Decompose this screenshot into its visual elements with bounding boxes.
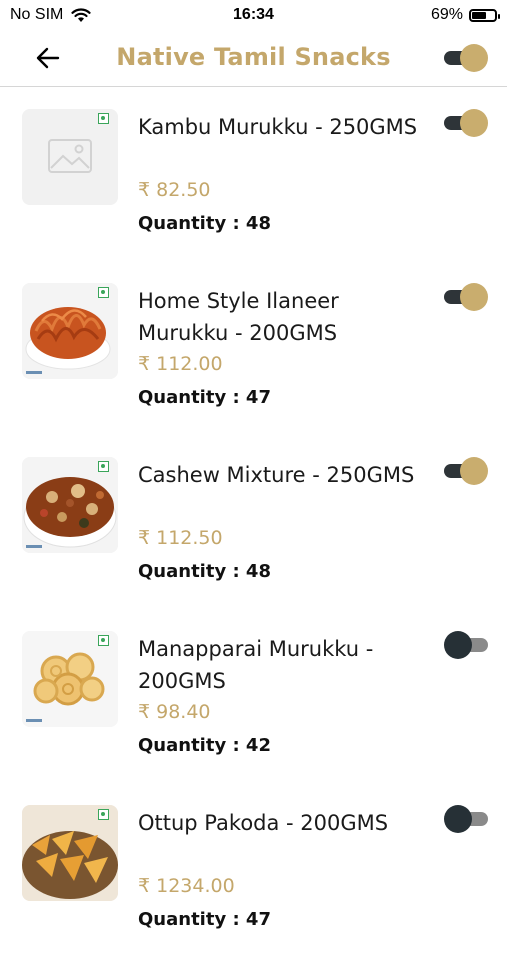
product-toggle[interactable] bbox=[444, 805, 488, 833]
product-name: Ottup Pakoda - 200GMS bbox=[138, 811, 389, 835]
veg-indicator-icon bbox=[98, 287, 109, 298]
product-image bbox=[22, 283, 118, 379]
product-toggle[interactable] bbox=[444, 457, 488, 485]
toggle-knob bbox=[444, 805, 472, 833]
toggle-knob bbox=[460, 457, 488, 485]
product-name: Cashew Mixture - 250GMS bbox=[138, 463, 415, 487]
product-toggle[interactable] bbox=[444, 631, 488, 659]
page-title: Native Tamil Snacks bbox=[116, 43, 391, 71]
status-right: 69% bbox=[430, 6, 500, 24]
product-price: ₹ 112.50 bbox=[138, 527, 223, 549]
product-price: ₹ 1234.00 bbox=[138, 875, 235, 897]
product-name: Manapparai Murukku - 200GMS bbox=[138, 637, 374, 693]
toggle-knob bbox=[460, 44, 488, 72]
battery-icon bbox=[469, 8, 500, 22]
product-image bbox=[22, 457, 118, 553]
veg-indicator-icon bbox=[98, 461, 109, 472]
toggle-knob bbox=[460, 283, 488, 311]
veg-indicator-icon bbox=[98, 809, 109, 820]
product-quantity: Quantity : 47 bbox=[138, 387, 271, 408]
toggle-knob bbox=[460, 109, 488, 137]
product-toggle[interactable] bbox=[444, 283, 488, 311]
product-toggle[interactable] bbox=[444, 109, 488, 137]
product-quantity: Quantity : 48 bbox=[138, 213, 271, 234]
app-header: Native Tamil Snacks bbox=[0, 32, 507, 87]
product-image bbox=[22, 805, 118, 901]
toggle-knob bbox=[444, 631, 472, 659]
product-item[interactable]: Kambu Murukku - 250GMS ₹ 82.50 Quantity … bbox=[0, 87, 507, 261]
status-bar: No SIM 16:34 69% bbox=[0, 0, 507, 32]
product-item[interactable]: Cashew Mixture - 250GMS ₹ 112.50 Quantit… bbox=[0, 435, 507, 609]
product-name: Kambu Murukku - 250GMS bbox=[138, 115, 418, 139]
product-price: ₹ 112.00 bbox=[138, 353, 223, 375]
product-name: Home Style Ilaneer Murukku - 200GMS bbox=[138, 289, 339, 345]
product-image bbox=[22, 109, 118, 205]
product-image bbox=[22, 631, 118, 727]
product-item[interactable]: Manapparai Murukku - 200GMS ₹ 98.40 Quan… bbox=[0, 609, 507, 783]
category-toggle[interactable] bbox=[444, 44, 488, 72]
product-item[interactable]: Home Style Ilaneer Murukku - 200GMS ₹ 11… bbox=[0, 261, 507, 435]
veg-indicator-icon bbox=[98, 113, 109, 124]
product-price: ₹ 98.40 bbox=[138, 701, 211, 723]
product-quantity: Quantity : 42 bbox=[138, 735, 271, 756]
product-quantity: Quantity : 48 bbox=[138, 561, 271, 582]
product-price: ₹ 82.50 bbox=[138, 179, 211, 201]
battery-percent: 69% bbox=[430, 6, 463, 23]
veg-indicator-icon bbox=[98, 635, 109, 646]
product-item[interactable]: Ottup Pakoda - 200GMS ₹ 1234.00 Quantity… bbox=[0, 783, 507, 957]
product-quantity: Quantity : 47 bbox=[138, 909, 271, 930]
